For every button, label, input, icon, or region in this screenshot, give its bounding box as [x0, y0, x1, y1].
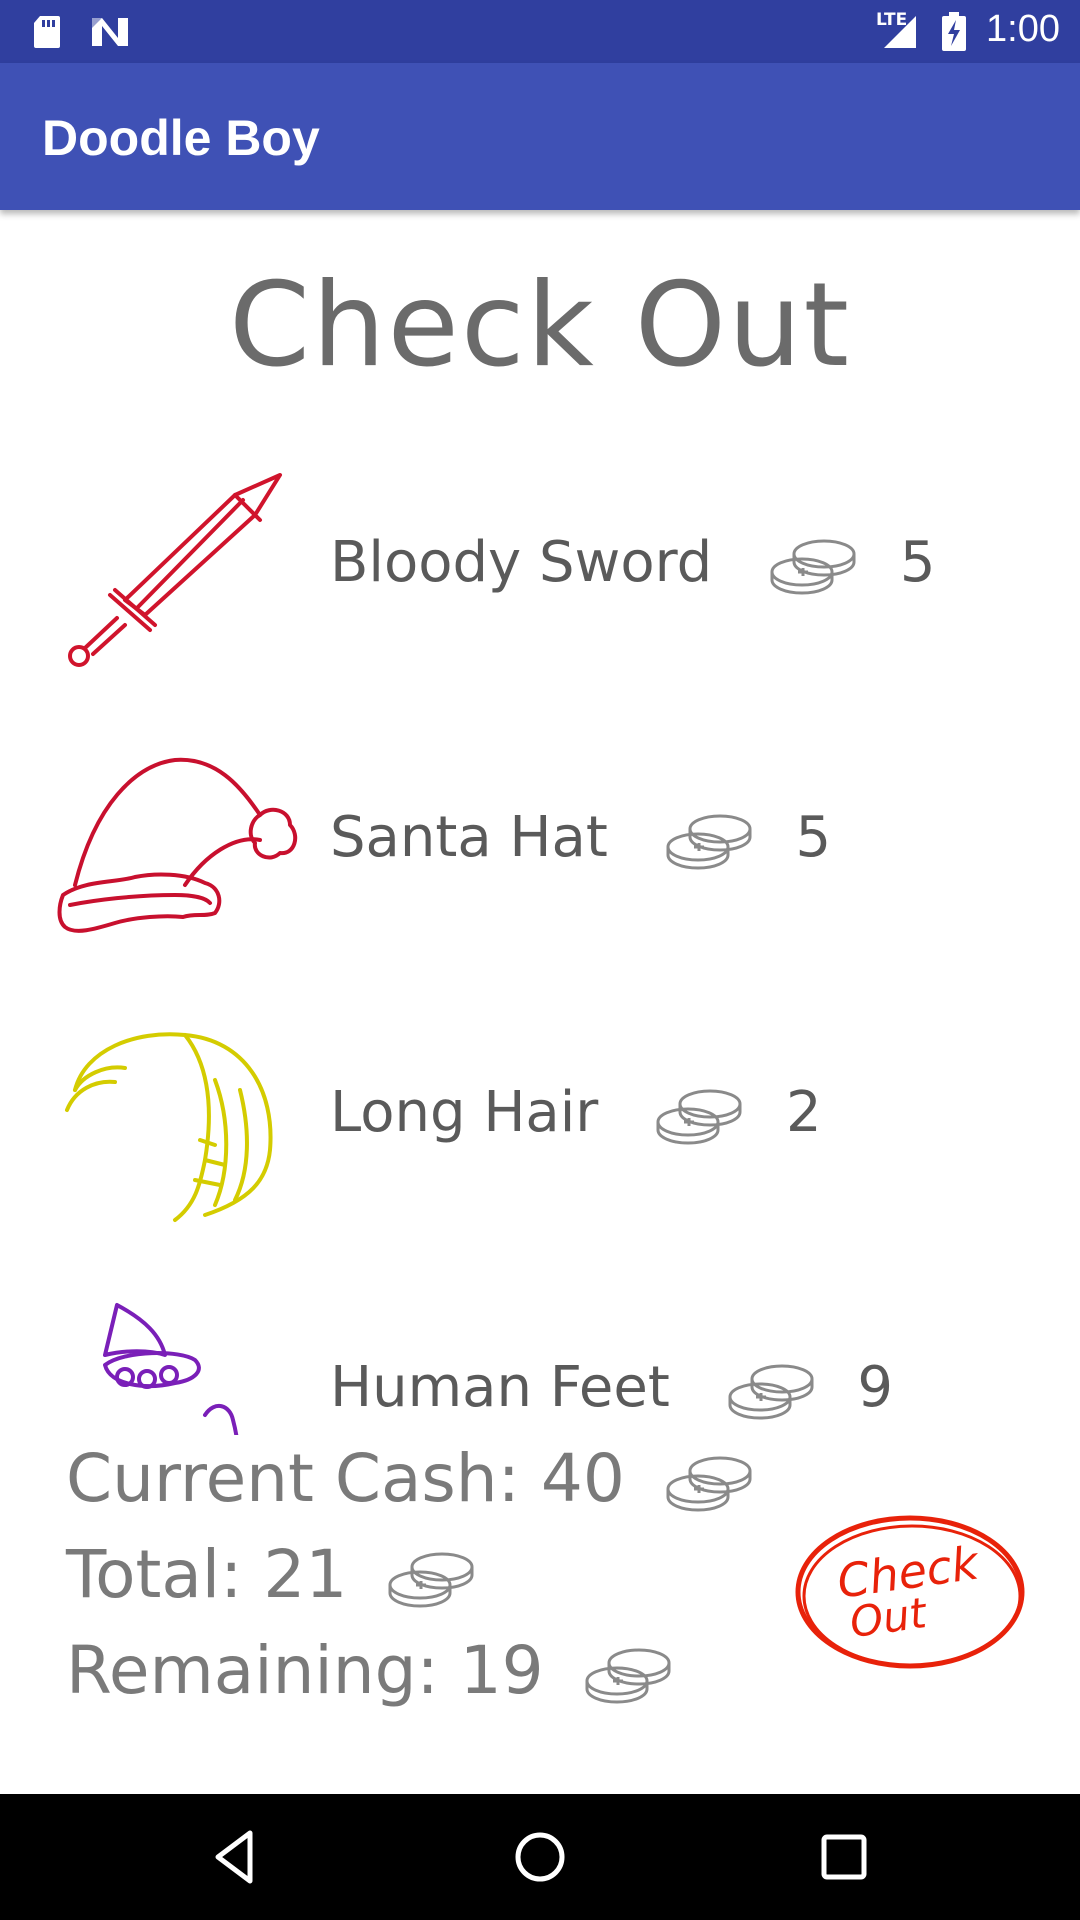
current-cash-line: Current Cash: 40 [66, 1440, 756, 1517]
remaining-line: Remaining: 19 [66, 1632, 675, 1709]
total-line: Total: 21 [66, 1536, 478, 1613]
battery-charging-icon [942, 12, 966, 51]
santa-hat-icon [57, 757, 298, 933]
coin-icon [728, 1364, 814, 1420]
total-value: 21 [263, 1536, 348, 1613]
status-clock: 1:00 [986, 8, 1060, 50]
item-name-row: Santa Hat 5 [330, 805, 831, 875]
page-title: Check Out [228, 258, 851, 393]
current-cash-value: 40 [540, 1440, 625, 1517]
item-name: Santa Hat [330, 805, 608, 870]
item-name: Long Hair [330, 1080, 599, 1145]
item-name-row: Human Feet 9 [330, 1355, 893, 1425]
feet-icon [103, 1303, 239, 1435]
n-notification-icon [92, 18, 128, 46]
item-price: 5 [899, 530, 936, 595]
home-icon[interactable] [510, 1827, 570, 1887]
total-label: Total: [66, 1536, 243, 1613]
app-bar: Doodle Boy [0, 63, 1080, 210]
current-cash-label: Current Cash: [66, 1440, 520, 1517]
coin-icon [770, 539, 856, 595]
sword-icon [68, 473, 282, 667]
coin-icon [656, 1089, 742, 1145]
status-bar: LTE 1:00 [0, 0, 1080, 63]
coin-icon [585, 1648, 671, 1704]
cart-item-list[interactable]: Bloody Sword 5 Santa Hat 5 Long Hair 2 H… [0, 440, 1080, 1435]
long-hair-icon [65, 1032, 273, 1222]
item-name-row: Long Hair 2 [330, 1080, 822, 1150]
coin-icon [388, 1552, 474, 1608]
sd-card-icon [34, 16, 60, 48]
item-price: 9 [857, 1355, 894, 1420]
item-price: 5 [795, 805, 832, 870]
back-icon[interactable] [206, 1827, 266, 1887]
list-item[interactable]: Bloody Sword 5 [0, 470, 1080, 745]
check-out-button[interactable]: Check Out [790, 1510, 1030, 1675]
item-name-row: Bloody Sword 5 [330, 530, 935, 600]
remaining-value: 19 [459, 1632, 544, 1709]
list-item[interactable]: Santa Hat 5 [0, 745, 1080, 1020]
signal-icon [884, 16, 916, 48]
item-price: 2 [785, 1080, 822, 1145]
system-nav-bar [0, 1794, 1080, 1920]
item-name: Human Feet [330, 1355, 670, 1420]
item-name: Bloody Sword [330, 530, 713, 595]
check-out-label-line2: Out [847, 1588, 931, 1647]
coin-icon [666, 1456, 752, 1512]
list-item[interactable]: Human Feet 9 [0, 1295, 1080, 1435]
app-title: Doodle Boy [42, 110, 320, 166]
recents-icon[interactable] [814, 1827, 874, 1887]
coin-icon [666, 814, 752, 870]
remaining-label: Remaining: [66, 1632, 439, 1709]
list-item[interactable]: Long Hair 2 [0, 1020, 1080, 1295]
